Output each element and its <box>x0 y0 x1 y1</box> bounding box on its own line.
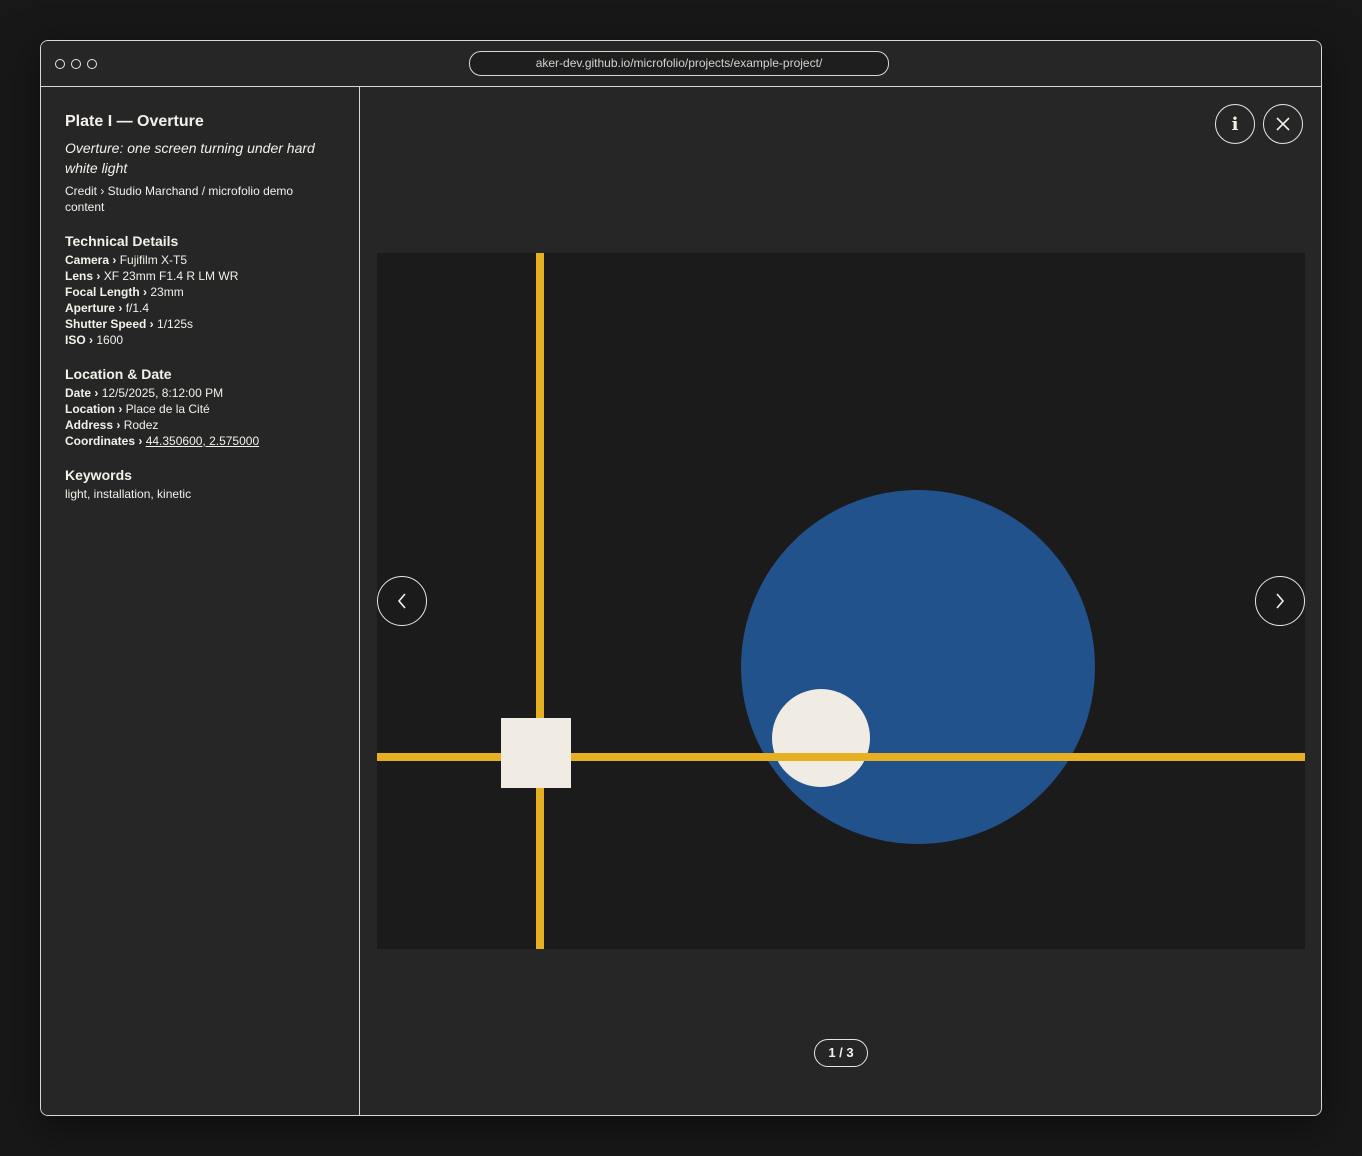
window-dot-maximize[interactable] <box>87 59 97 69</box>
detail-row-aperture: Aperture › f/1.4 <box>65 300 335 316</box>
info-icon: i <box>1231 113 1239 135</box>
detail-row-camera: Camera › Fujifilm X-T5 <box>65 252 335 268</box>
detail-row-location: Location › Place de la Cité <box>65 401 335 417</box>
detail-row-address: Address › Rodez <box>65 417 335 433</box>
address-bar[interactable]: aker-dev.github.io/microfolio/projects/e… <box>469 51 889 76</box>
technical-details-section: Technical Details Camera › Fujifilm X-T5… <box>65 233 335 348</box>
plate-credit: Credit › Studio Marchand / microfolio de… <box>65 184 294 214</box>
keywords-list: light, installation, kinetic <box>65 487 192 501</box>
detail-value: 23mm <box>150 285 184 299</box>
detail-row-lens: Lens › XF 23mm F1.4 R LM WR <box>65 268 335 284</box>
detail-label: Shutter Speed › <box>65 317 154 331</box>
artwork-image <box>377 253 1305 949</box>
detail-row-date: Date › 12/5/2025, 8:12:00 PM <box>65 385 335 401</box>
title-bar: aker-dev.github.io/microfolio/projects/e… <box>41 41 1321 87</box>
detail-label: Location › <box>65 402 123 416</box>
browser-window: aker-dev.github.io/microfolio/projects/e… <box>40 40 1322 1116</box>
detail-label: Address › <box>65 418 121 432</box>
window-controls <box>55 59 97 69</box>
detail-value: 1600 <box>96 333 124 347</box>
detail-row-iso: ISO › 1600 <box>65 332 335 348</box>
window-dot-minimize[interactable] <box>71 59 81 69</box>
image-viewer: i 1 / 3 <box>361 87 1321 1115</box>
detail-label: Focal Length › <box>65 285 147 299</box>
artwork-white-circle <box>772 689 870 787</box>
artwork-square <box>501 718 571 788</box>
next-image-button[interactable] <box>1255 576 1305 626</box>
window-dot-close[interactable] <box>55 59 65 69</box>
previous-image-button[interactable] <box>377 576 427 626</box>
coordinates-link[interactable]: 44.350600, 2.575000 <box>146 434 259 448</box>
artwork-vertical-line <box>536 253 544 949</box>
plate-title: Plate I — Overture <box>65 113 204 130</box>
artwork-blue-circle <box>741 490 1095 844</box>
detail-value: XF 23mm F1.4 R LM WR <box>103 269 239 283</box>
detail-value: 12/5/2025, 8:12:00 PM <box>101 386 224 400</box>
plate-subtitle: Overture: one screen turning under hard … <box>65 140 315 176</box>
section-heading: Technical Details <box>65 233 179 249</box>
image-counter: 1 / 3 <box>814 1039 868 1067</box>
detail-value: Rodez <box>123 418 159 432</box>
keywords-section: Keywords light, installation, kinetic <box>65 467 335 502</box>
detail-row-coordinates: Coordinates › 44.350600, 2.575000 <box>65 433 335 449</box>
detail-label: Coordinates › <box>65 434 143 448</box>
chevron-right-icon <box>1276 593 1285 609</box>
detail-value: Fujifilm X-T5 <box>119 253 188 267</box>
detail-value: Place de la Cité <box>125 402 210 416</box>
section-heading: Location & Date <box>65 366 172 382</box>
detail-label: Date › <box>65 386 99 400</box>
location-date-section: Location & Date Date › 12/5/2025, 8:12:0… <box>65 366 335 449</box>
detail-value: f/1.4 <box>125 301 150 315</box>
close-icon <box>1276 117 1290 131</box>
detail-value: 1/125s <box>157 317 194 331</box>
close-button[interactable] <box>1263 104 1303 144</box>
info-button[interactable]: i <box>1215 104 1255 144</box>
chevron-left-icon <box>397 593 406 609</box>
detail-label: Camera › <box>65 253 117 267</box>
detail-row-shutter-speed: Shutter Speed › 1/125s <box>65 316 335 332</box>
detail-label: Lens › <box>65 269 101 283</box>
info-sidebar: Plate I — Overture Overture: one screen … <box>41 87 360 1115</box>
detail-label: ISO › <box>65 333 94 347</box>
section-heading: Keywords <box>65 467 132 483</box>
detail-row-focal-length: Focal Length › 23mm <box>65 284 335 300</box>
detail-label: Aperture › <box>65 301 123 315</box>
